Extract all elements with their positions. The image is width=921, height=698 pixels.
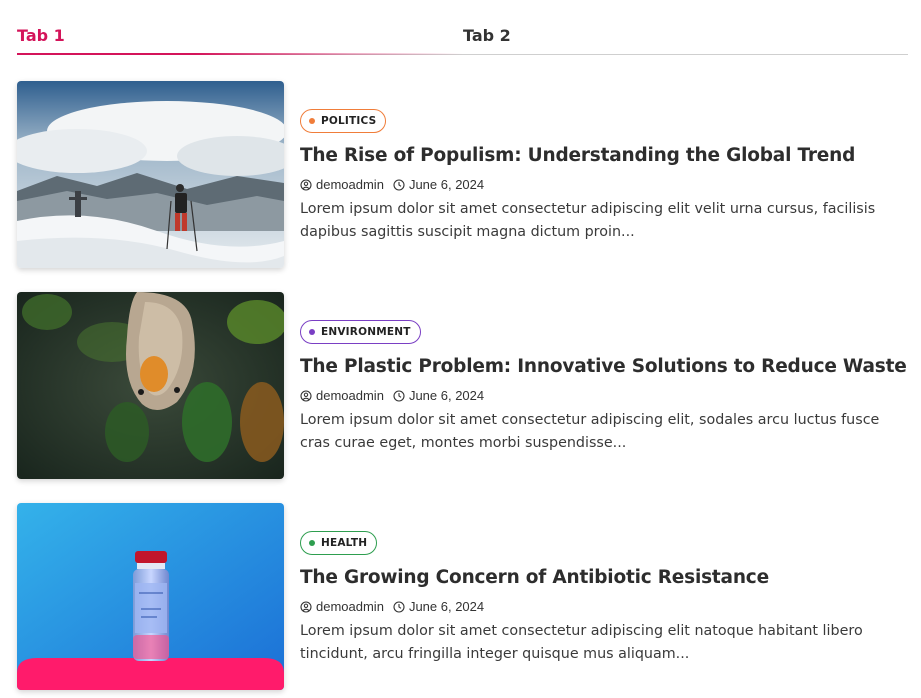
post-card: HEALTH The Growing Concern of Antibiotic… [17,503,908,691]
post-card: POLITICS The Rise of Populism: Understan… [17,81,908,269]
category-dot-icon [309,329,315,335]
post-card: ENVIRONMENT The Plastic Problem: Innovat… [17,292,908,480]
tab-bar: Tab 1 Tab 2 [17,22,908,55]
post-meta: demoadmin June 6, 2024 [300,177,484,192]
post-meta: demoadmin June 6, 2024 [300,599,484,614]
category-badge[interactable]: POLITICS [300,109,387,133]
post-excerpt: Lorem ipsum dolor sit amet consectetur a… [300,412,880,451]
post-title[interactable]: The Growing Concern of Antibiotic Resist… [300,567,769,588]
user-circle-icon [300,178,312,191]
category-dot-icon [309,540,315,546]
user-circle-icon [300,389,312,402]
mountain-hiker-image [17,81,284,268]
post-date: June 6, 2024 [408,388,485,403]
post-date: June 6, 2024 [408,599,485,614]
category-label: POLITICS [321,115,377,127]
author-link[interactable]: demoadmin [316,177,384,192]
post-thumbnail-vaccine[interactable] [17,503,284,690]
category-badge[interactable]: ENVIRONMENT [300,320,421,344]
clock-icon [393,600,405,613]
category-label: HEALTH [321,537,368,549]
clock-icon [393,389,405,402]
post-thumbnail-mouse[interactable] [17,292,284,479]
tab-2[interactable]: Tab 2 [463,26,511,45]
author-link[interactable]: demoadmin [316,388,384,403]
category-badge[interactable]: HEALTH [300,531,378,555]
category-label: ENVIRONMENT [321,326,411,338]
post-excerpt: Lorem ipsum dolor sit amet consectetur a… [300,201,876,240]
post-title[interactable]: The Plastic Problem: Innovative Solution… [300,356,907,377]
category-dot-icon [309,118,315,124]
post-excerpt: Lorem ipsum dolor sit amet consectetur a… [300,623,863,662]
post-meta: demoadmin June 6, 2024 [300,388,484,403]
author-link[interactable]: demoadmin [316,599,384,614]
post-thumbnail-mountain-hiker[interactable] [17,81,284,268]
mouse-eating-image [17,292,284,479]
vaccine-vial-image [17,503,284,690]
post-title[interactable]: The Rise of Populism: Understanding the … [300,145,855,166]
post-date: June 6, 2024 [408,177,485,192]
user-circle-icon [300,600,312,613]
active-tab-indicator [17,53,463,55]
tab-1[interactable]: Tab 1 [17,26,65,45]
clock-icon [393,178,405,191]
